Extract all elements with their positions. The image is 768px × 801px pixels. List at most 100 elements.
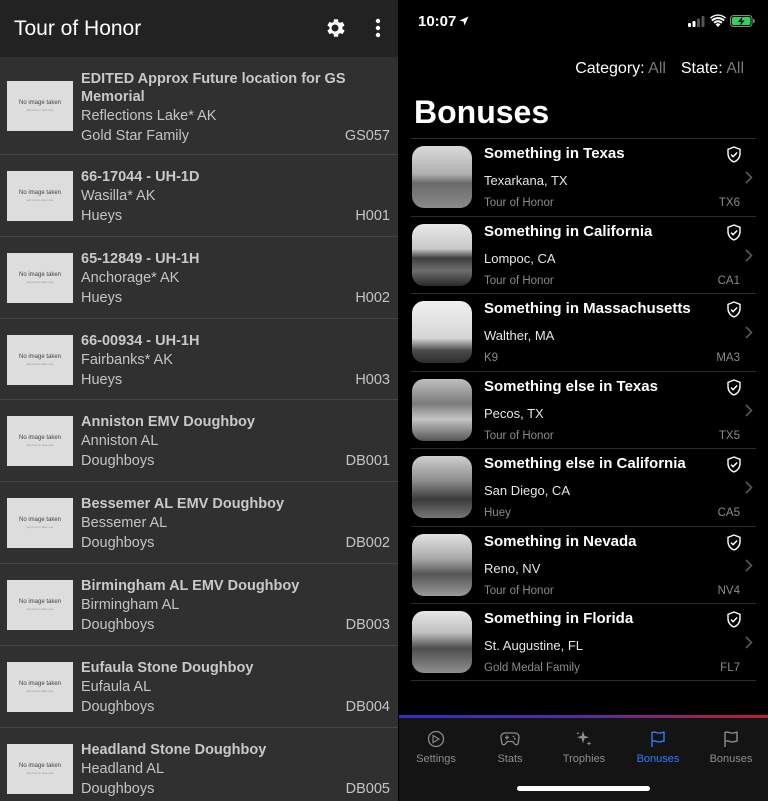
bonus-city: St. Augustine, FL (484, 638, 584, 653)
bonus-code: CA5 (717, 507, 740, 519)
ios-screen: 10:07 Category: All State: All Bonuses S… (399, 0, 768, 801)
list-item[interactable]: No image taken tap here to take one Birmin… (0, 564, 398, 646)
bonus-name: Something in Florida (484, 610, 634, 627)
status-time: 10:07 (418, 13, 457, 30)
list-item[interactable]: No image taken tap here to take one EDITED… (0, 57, 398, 155)
item-code: DB003 (345, 616, 390, 633)
list-item[interactable]: No image taken tap here to take one 66-170… (0, 155, 398, 237)
image-placeholder[interactable]: No image taken tap here to take one (7, 743, 73, 794)
bonus-list: No image taken tap here to take one EDITED… (0, 57, 398, 801)
bonus-category: Tour of Honor (484, 197, 554, 209)
bonus-category: Huey (484, 507, 511, 519)
bonus-city: Reno, NV (484, 560, 541, 576)
list-item[interactable]: No image taken tap here to take one Headla… (0, 728, 398, 801)
bonus-category: K9 (484, 352, 499, 364)
bonus-photo (412, 456, 472, 518)
image-placeholder[interactable]: No image taken tap here to take one (7, 416, 73, 467)
android-screen: Tour of Honor No image taken tap here to … (0, 0, 398, 801)
tab-settings[interactable]: Settings (399, 730, 473, 765)
settings-gear-icon[interactable] (323, 16, 347, 40)
bonus-row[interactable]: Something in Texas Texarkana, TX Tour of H… (411, 138, 756, 216)
bonus-photo (412, 533, 472, 596)
bonus-city: Texarkana, TX (484, 173, 568, 188)
item-name: Eufaula Stone Doughboy (81, 659, 254, 676)
item-code: DB002 (345, 535, 390, 552)
bonus-name: Something in Massachusetts (484, 300, 691, 317)
list-item[interactable]: No image taken tap here to take one 66-009… (0, 319, 398, 401)
list-item[interactable]: No image taken tap here to take one Annist… (0, 400, 398, 483)
image-placeholder[interactable]: No image taken tap here to take one (7, 252, 73, 303)
bonus-category: Gold Medal Family (484, 662, 580, 674)
flag-icon (651, 731, 665, 747)
item-city: Wasilla* AK (81, 188, 156, 204)
tab-bonuses-2[interactable]: Bonuses (694, 730, 768, 765)
item-city: Bessemer AL (81, 515, 168, 532)
item-city: Anchorage* AK (81, 269, 180, 286)
placeholder-text: No image taken (18, 190, 62, 196)
item-category: Doughboys (81, 698, 155, 715)
category-filter-value[interactable]: All (648, 60, 666, 77)
placeholder-subtext: tap here to take one (26, 108, 54, 112)
placeholder-subtext: tap here to take one (26, 443, 54, 448)
placeholder-text: No image taken (18, 762, 62, 769)
item-name: Anniston EMV Doughboy (81, 414, 255, 431)
placeholder-subtext: tap here to take one (26, 361, 54, 366)
placeholder-subtext: tap here to take one (26, 198, 54, 202)
signal-icon (688, 16, 705, 27)
bonus-code: CA1 (717, 274, 740, 287)
image-placeholder[interactable]: No image taken tap here to take one (7, 498, 73, 549)
bonus-name: Something in Nevada (484, 532, 637, 550)
item-code: H003 (355, 371, 390, 388)
item-category: Hueys (81, 289, 123, 306)
item-category: Hueys (81, 371, 123, 388)
flag-icon (724, 731, 738, 747)
category-filter-label: Category: (575, 60, 645, 77)
item-name: 66-00934 - UH-1H (81, 332, 200, 349)
chevron-right-icon (745, 248, 753, 262)
bonus-name: Something in California (484, 222, 653, 240)
tab-trophies[interactable]: Trophies (547, 730, 621, 765)
item-city: Birmingham AL (81, 596, 180, 613)
placeholder-text: No image taken (18, 598, 62, 605)
bonus-row[interactable]: Something in Nevada Reno, NV Tour of Honor… (411, 525, 756, 604)
tab-label: Bonuses (709, 753, 753, 765)
bonus-row[interactable]: Something in California Lompoc, CA Tour of… (411, 215, 756, 294)
bonus-row[interactable]: Something else in Texas Pecos, TX Tour of … (411, 370, 756, 449)
bonus-row[interactable]: Something in Florida St. Augustine, FL Gol… (411, 603, 756, 681)
bonus-table: Something in Texas Texarkana, TX Tour of H… (411, 138, 756, 681)
bonus-code: TX5 (718, 429, 740, 442)
list-item[interactable]: No image taken tap here to take one Bessem… (0, 482, 398, 564)
bonus-photo (412, 146, 472, 208)
image-placeholder[interactable]: No image taken tap here to take one (7, 171, 73, 221)
more-vert-icon[interactable] (366, 16, 390, 40)
image-placeholder[interactable]: No image taken tap here to take one (7, 579, 73, 630)
tab-stats[interactable]: Stats (473, 730, 547, 765)
tab-bonuses[interactable]: Bonuses (621, 730, 695, 765)
bonus-code: TX6 (718, 197, 740, 209)
list-item[interactable]: No image taken tap here to take one 65-128… (0, 237, 398, 319)
item-category: Doughboys (81, 780, 155, 797)
placeholder-text: No image taken (18, 517, 62, 524)
bonus-photo (412, 378, 472, 441)
bonus-photo (412, 223, 472, 286)
placeholder-subtext: tap here to take one (26, 688, 54, 693)
item-name: EDITED Approx Future location for GS Mem… (81, 71, 346, 105)
bonus-row[interactable]: Something in Massachusetts Walther, MA K9 M… (411, 293, 756, 371)
bonus-city: Pecos, TX (484, 405, 544, 421)
battery-charging-icon (730, 15, 755, 27)
item-category: Gold Star Family (81, 128, 189, 144)
shield-check-icon (727, 301, 741, 318)
item-name: Headland Stone Doughboy (81, 741, 267, 758)
image-placeholder[interactable]: No image taken tap here to take one (7, 334, 73, 385)
placeholder-text: No image taken (18, 353, 62, 360)
app-title: Tour of Honor (14, 16, 142, 40)
item-code: H002 (355, 289, 390, 306)
image-placeholder[interactable]: No image taken tap here to take one (7, 81, 73, 131)
item-code: DB001 (345, 453, 390, 470)
shield-check-icon (727, 533, 741, 551)
list-item[interactable]: No image taken tap here to take one Eufaul… (0, 646, 398, 728)
bonus-row[interactable]: Something else in California San Diego, C… (411, 448, 756, 526)
state-filter-value[interactable]: All (726, 60, 744, 77)
image-placeholder[interactable]: No image taken tap here to take one (7, 661, 73, 712)
placeholder-subtext: tap here to take one (26, 770, 54, 775)
